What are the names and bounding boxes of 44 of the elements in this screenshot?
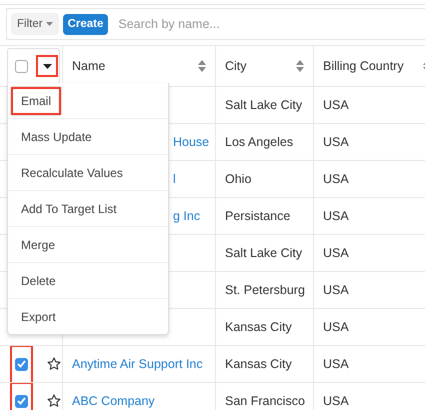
country-cell: USA [323, 320, 349, 334]
sort-icon[interactable] [198, 60, 206, 72]
city-cell: Ohio [225, 172, 252, 186]
country-cell: USA [323, 135, 349, 149]
menu-item[interactable]: Add To Target List [11, 194, 127, 222]
select-all-checkbox[interactable] [15, 60, 28, 72]
account-name-link[interactable]: Anytime Air Support Inc [72, 357, 203, 371]
actions-dropdown-button[interactable] [36, 55, 58, 77]
column-header[interactable]: Billing Country [323, 59, 404, 73]
city-cell: St. Petersburg [225, 283, 305, 297]
city-cell: Kansas City [225, 320, 292, 334]
caret-icon [42, 64, 52, 68]
city-cell: Persistance [225, 209, 290, 223]
row-checkbox[interactable] [15, 358, 28, 370]
menu-item[interactable]: Mass Update [11, 122, 102, 150]
city-cell: Los Angeles [225, 135, 294, 149]
country-cell: USA [323, 246, 349, 260]
menu-item[interactable]: Export [11, 302, 66, 330]
sort-icon[interactable] [296, 60, 304, 72]
city-cell: Kansas City [225, 357, 292, 371]
country-cell: USA [323, 98, 349, 112]
create-button[interactable]: Create [62, 14, 108, 34]
star-icon[interactable] [47, 357, 61, 371]
column-header[interactable]: City [225, 59, 247, 73]
menu-item[interactable]: Recalculate Values [11, 158, 133, 186]
menu-item[interactable]: Delete [11, 266, 66, 294]
search-bar[interactable]: Filter Create Search by name... [6, 8, 425, 40]
country-cell: USA [323, 357, 349, 371]
country-cell: USA [323, 172, 349, 186]
country-cell: USA [323, 394, 349, 408]
city-cell: Salt Lake City [225, 98, 302, 112]
column-header[interactable]: Name [72, 59, 106, 73]
country-cell: USA [323, 209, 349, 223]
city-cell: San Francisco [225, 394, 305, 408]
account-name-link[interactable]: ABC Company [72, 394, 155, 408]
city-cell: Salt Lake City [225, 246, 302, 260]
caret-icon [46, 22, 53, 26]
menu-item[interactable]: Merge [11, 230, 66, 258]
search-field[interactable]: Search by name... [118, 17, 419, 31]
menu-item[interactable]: Email [11, 86, 62, 114]
filter-button[interactable]: Filter [11, 13, 59, 35]
row-checkbox[interactable] [15, 394, 28, 408]
country-cell: USA [323, 283, 349, 297]
star-icon[interactable] [47, 394, 61, 408]
